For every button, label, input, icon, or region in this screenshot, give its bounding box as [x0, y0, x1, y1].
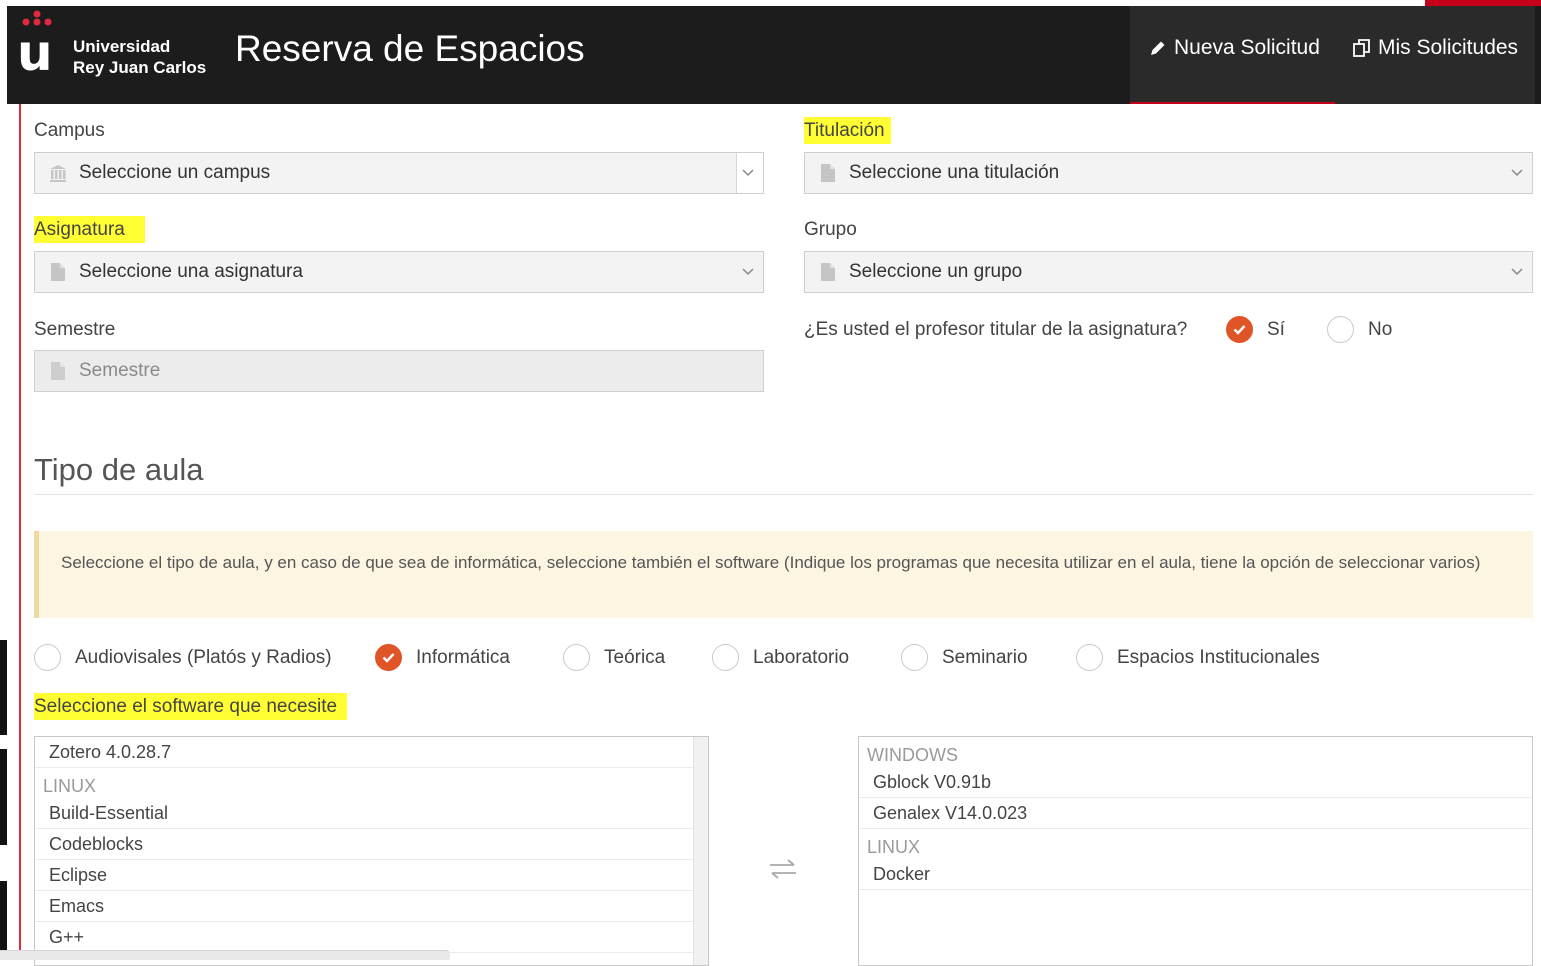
grupo-placeholder: Seleccione un grupo: [849, 261, 1023, 282]
aula-radio-label: Teórica: [604, 646, 666, 668]
building-icon: [50, 165, 66, 182]
nav-nueva-solicitud[interactable]: Nueva Solicitud: [1148, 36, 1320, 60]
app-title[interactable]: Reserva de Espacios: [235, 28, 585, 70]
grupo-label: Grupo: [804, 219, 857, 240]
asignatura-placeholder: Seleccione una asignatura: [79, 261, 303, 282]
asignatura-select[interactable]: Seleccione una asignatura: [34, 251, 764, 293]
chevron-down-icon: [1511, 169, 1523, 177]
radio-unchecked-icon: [901, 644, 928, 671]
profesor-question: ¿Es usted el profesor titular de la asig…: [804, 319, 1188, 340]
chevron-down-icon: [1511, 268, 1523, 276]
profesor-radio-no[interactable]: No: [1327, 316, 1392, 343]
aula-radio-label: Laboratorio: [753, 646, 850, 668]
asignatura-label: Asignatura: [34, 216, 145, 243]
aula-radio-label: Audiovisales (Platós y Radios): [75, 646, 332, 668]
info-alert: Seleccione el tipo de aula, y en caso de…: [34, 531, 1533, 618]
aula-radio-label: Espacios Institucionales: [1117, 646, 1320, 668]
copy-icon: [1353, 39, 1370, 57]
chevron-down-icon: [742, 169, 754, 177]
campus-select[interactable]: Seleccione un campus: [34, 152, 764, 194]
nav-right: Nueva Solicitud Mis Solicitudes: [1130, 6, 1535, 104]
radio-checked-icon: [1226, 316, 1253, 343]
aula-radio-seminario[interactable]: Seminario: [901, 644, 1028, 671]
asignatura-label-text: Asignatura: [34, 216, 145, 243]
list-item[interactable]: Zotero 4.0.28.7: [35, 737, 708, 768]
radio-unchecked-icon: [563, 644, 590, 671]
left-edge-strip: [0, 640, 7, 959]
top-navbar: u Universidad Rey Juan Carlos Reserva de…: [7, 6, 1541, 104]
list-item[interactable]: Docker: [859, 859, 1532, 890]
radio-unchecked-icon: [34, 644, 61, 671]
nav-mis-solicitudes[interactable]: Mis Solicitudes: [1352, 36, 1518, 60]
document-icon: [51, 263, 65, 281]
titulacion-label-text: Titulación: [804, 117, 891, 144]
aula-radio-label: Seminario: [942, 646, 1028, 668]
software-available-list[interactable]: Zotero 4.0.28.7 LINUX Build-Essential Codeb…: [34, 736, 709, 966]
titulacion-label: Titulación: [804, 117, 891, 144]
list-item[interactable]: Codeblocks: [35, 829, 708, 860]
nav-nueva-solicitud-label: Nueva Solicitud: [1174, 36, 1320, 59]
radio-unchecked-icon: [1076, 644, 1103, 671]
profesor-radio-si-label: Sí: [1267, 318, 1285, 340]
software-available-items: Zotero 4.0.28.7 LINUX Build-Essential Codeb…: [35, 737, 708, 953]
list-item[interactable]: Genalex V14.0.023: [859, 798, 1532, 829]
radio-checked-icon: [375, 644, 402, 671]
scrollbar[interactable]: [693, 737, 708, 965]
grupo-select[interactable]: Seleccione un grupo: [804, 251, 1533, 293]
radio-unchecked-icon: [1327, 316, 1354, 343]
list-item[interactable]: Build-Essential: [35, 798, 708, 829]
profesor-radio-no-label: No: [1368, 318, 1393, 340]
chevron-down-icon: [742, 268, 754, 276]
software-label-text: Seleccione el software que necesite: [34, 693, 348, 720]
software-label: Seleccione el software que necesite: [34, 693, 348, 720]
university-line2: Rey Juan Carlos: [73, 58, 207, 77]
urjc-crown-logo-icon[interactable]: u: [17, 10, 57, 80]
campus-placeholder: Seleccione un campus: [79, 162, 271, 183]
section-title-tipo-aula: Tipo de aula: [34, 452, 204, 487]
list-item[interactable]: Eclipse: [35, 860, 708, 891]
radio-unchecked-icon: [712, 644, 739, 671]
logo-letter: u: [17, 24, 53, 82]
list-group-header: WINDOWS: [867, 745, 958, 765]
titulacion-placeholder: Seleccione una titulación: [849, 162, 1060, 183]
section-divider: [34, 494, 1533, 495]
list-item[interactable]: G++: [35, 922, 708, 953]
university-line1: Universidad: [73, 37, 171, 56]
semestre-field: Semestre: [34, 350, 764, 392]
active-nav-indicator: [1130, 102, 1335, 104]
swap-arrows-icon[interactable]: [766, 856, 800, 882]
aula-radio-teorica[interactable]: Teórica: [563, 644, 665, 671]
semestre-label: Semestre: [34, 319, 116, 340]
aula-radio-laboratorio[interactable]: Laboratorio: [712, 644, 849, 671]
aula-radio-espacios-institucionales[interactable]: Espacios Institucionales: [1076, 644, 1320, 671]
pencil-icon: [1151, 41, 1165, 55]
document-icon: [821, 263, 835, 281]
left-accent-line: [19, 104, 21, 959]
list-group-header: LINUX: [43, 776, 97, 796]
semestre-placeholder: Semestre: [79, 360, 161, 381]
document-icon: [51, 362, 65, 380]
left-edge-gap: [0, 845, 7, 881]
list-item[interactable]: Gblock V0.91b: [859, 767, 1532, 798]
campus-label: Campus: [34, 120, 105, 141]
aula-radio-informatica[interactable]: Informática: [375, 644, 510, 671]
nav-mis-solicitudes-label: Mis Solicitudes: [1378, 36, 1519, 59]
software-selected-list[interactable]: WINDOWS Gblock V0.91b Genalex V14.0.023 LIN…: [858, 736, 1533, 966]
left-edge-gap: [0, 735, 7, 749]
list-group-header: LINUX: [867, 837, 921, 857]
document-icon: [821, 164, 835, 182]
profesor-radio-si[interactable]: Sí: [1226, 316, 1285, 343]
software-selected-items: WINDOWS Gblock V0.91b Genalex V14.0.023 LIN…: [859, 737, 1532, 890]
list-item[interactable]: Emacs: [35, 891, 708, 922]
aula-radio-label: Informática: [416, 646, 510, 668]
university-name: Universidad Rey Juan Carlos: [73, 36, 206, 78]
aula-radio-audiovisales[interactable]: Audiovisales (Platós y Radios): [34, 644, 332, 671]
titulacion-select[interactable]: Seleccione una titulación: [804, 152, 1533, 194]
